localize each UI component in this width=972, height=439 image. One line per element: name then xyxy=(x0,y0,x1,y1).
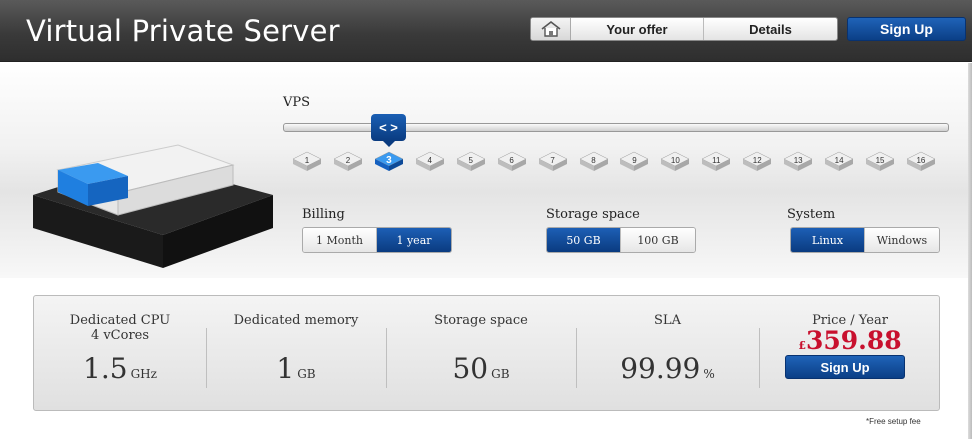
vps-option-6[interactable]: 6 xyxy=(496,150,528,172)
billing-label: Billing xyxy=(302,207,345,222)
memory-unit: GB xyxy=(297,367,316,381)
vps-option-11[interactable]: 11 xyxy=(700,150,732,172)
price-value: 359.88 xyxy=(805,326,902,355)
vps-option-3[interactable]: 3 xyxy=(373,150,405,172)
cpu-label: Dedicated CPU xyxy=(69,313,171,328)
vps-label: VPS xyxy=(283,95,311,110)
summary-panel: Dedicated CPU 4 vCores 1.5 GHz Dedicated … xyxy=(33,295,940,411)
vps-option-label: 4 xyxy=(427,155,432,165)
vps-option-label: 6 xyxy=(509,155,514,165)
vps-option-10[interactable]: 10 xyxy=(659,150,691,172)
summary-memory: Dedicated memory 1 GB xyxy=(206,296,386,412)
vps-option-4[interactable]: 4 xyxy=(414,150,446,172)
vps-option-label: 3 xyxy=(386,154,392,166)
vps-option-label: 14 xyxy=(834,155,844,165)
summary-sla: SLA 99.99% xyxy=(576,296,759,412)
storage-label: Storage space xyxy=(546,207,640,222)
storage-option-50gb[interactable]: 50 GB xyxy=(547,228,621,252)
system-option-windows[interactable]: Windows xyxy=(865,228,939,252)
storage-unit: GB xyxy=(491,367,510,381)
storage-toggle: 50 GB 100 GB xyxy=(546,227,696,253)
vps-option-13[interactable]: 13 xyxy=(782,150,814,172)
vps-option-label: 5 xyxy=(468,155,473,165)
vps-option-label: 12 xyxy=(752,155,762,165)
summary-storage: Storage space 50 GB xyxy=(386,296,576,412)
vps-option-1[interactable]: 1 xyxy=(291,150,323,172)
vps-option-2[interactable]: 2 xyxy=(332,150,364,172)
vps-option-5[interactable]: 5 xyxy=(455,150,487,172)
vps-option-16[interactable]: 16 xyxy=(905,150,937,172)
vps-tick-list: 1 2 3 4 5 6 7 8 9 10 11 12 13 14 15 16 xyxy=(291,150,941,174)
home-icon xyxy=(541,20,560,37)
cpu-unit: GHz xyxy=(130,367,157,381)
billing-toggle: 1 Month 1 year xyxy=(302,227,452,253)
server-illustration xyxy=(33,144,273,268)
summary-signup-button[interactable]: Sign Up xyxy=(785,355,905,379)
sla-value: 99.99 xyxy=(620,352,701,385)
price-currency: £ xyxy=(798,339,806,352)
vps-option-9[interactable]: 9 xyxy=(618,150,650,172)
summary-cpu: Dedicated CPU 4 vCores 1.5 GHz xyxy=(34,296,206,412)
sla-unit: % xyxy=(703,367,715,381)
vps-option-14[interactable]: 14 xyxy=(823,150,855,172)
billing-option-1-year[interactable]: 1 year xyxy=(377,228,451,252)
header-signup-button[interactable]: Sign Up xyxy=(847,17,966,41)
cpu-sublabel: 4 vCores xyxy=(90,328,150,343)
vps-option-label: 1 xyxy=(304,155,310,165)
vps-option-label: 7 xyxy=(550,155,555,165)
vps-option-label: 11 xyxy=(712,155,721,165)
header-bar: Virtual Private Server Your offer Detail… xyxy=(0,0,972,62)
vps-option-7[interactable]: 7 xyxy=(537,150,569,172)
storage-option-100gb[interactable]: 100 GB xyxy=(621,228,695,252)
sla-label: SLA xyxy=(654,313,681,328)
vps-option-label: 10 xyxy=(670,155,680,165)
vps-option-12[interactable]: 12 xyxy=(741,150,773,172)
vps-option-label: 9 xyxy=(632,155,637,165)
vps-option-label: 2 xyxy=(345,155,351,165)
memory-label: Dedicated memory xyxy=(233,313,359,328)
vps-option-label: 8 xyxy=(591,155,596,165)
header-nav: Your offer Details xyxy=(530,17,838,41)
tab-your-offer[interactable]: Your offer xyxy=(571,18,704,40)
summary-storage-label: Storage space xyxy=(434,313,528,328)
storage-value: 50 xyxy=(452,352,489,385)
slider-arrows-icon: < > xyxy=(379,120,398,135)
summary-price: Price / Year £359.88 xyxy=(759,296,941,412)
home-button[interactable] xyxy=(531,18,571,40)
vps-option-label: 16 xyxy=(916,155,926,165)
tab-details[interactable]: Details xyxy=(704,18,837,40)
setup-fee-note: *Free setup fee xyxy=(866,417,921,426)
vps-option-15[interactable]: 15 xyxy=(864,150,896,172)
system-toggle: Linux Windows xyxy=(790,227,940,253)
page-title: Virtual Private Server xyxy=(26,14,340,48)
memory-value: 1 xyxy=(276,352,295,385)
system-option-linux[interactable]: Linux xyxy=(791,228,865,252)
right-edge xyxy=(968,63,972,439)
cpu-value: 1.5 xyxy=(83,352,128,385)
vps-option-8[interactable]: 8 xyxy=(578,150,610,172)
vps-option-label: 13 xyxy=(793,155,803,165)
system-label: System xyxy=(787,207,836,222)
vps-slider-handle[interactable]: < > xyxy=(371,114,406,147)
billing-option-1-month[interactable]: 1 Month xyxy=(303,228,377,252)
vps-option-label: 15 xyxy=(875,155,885,165)
